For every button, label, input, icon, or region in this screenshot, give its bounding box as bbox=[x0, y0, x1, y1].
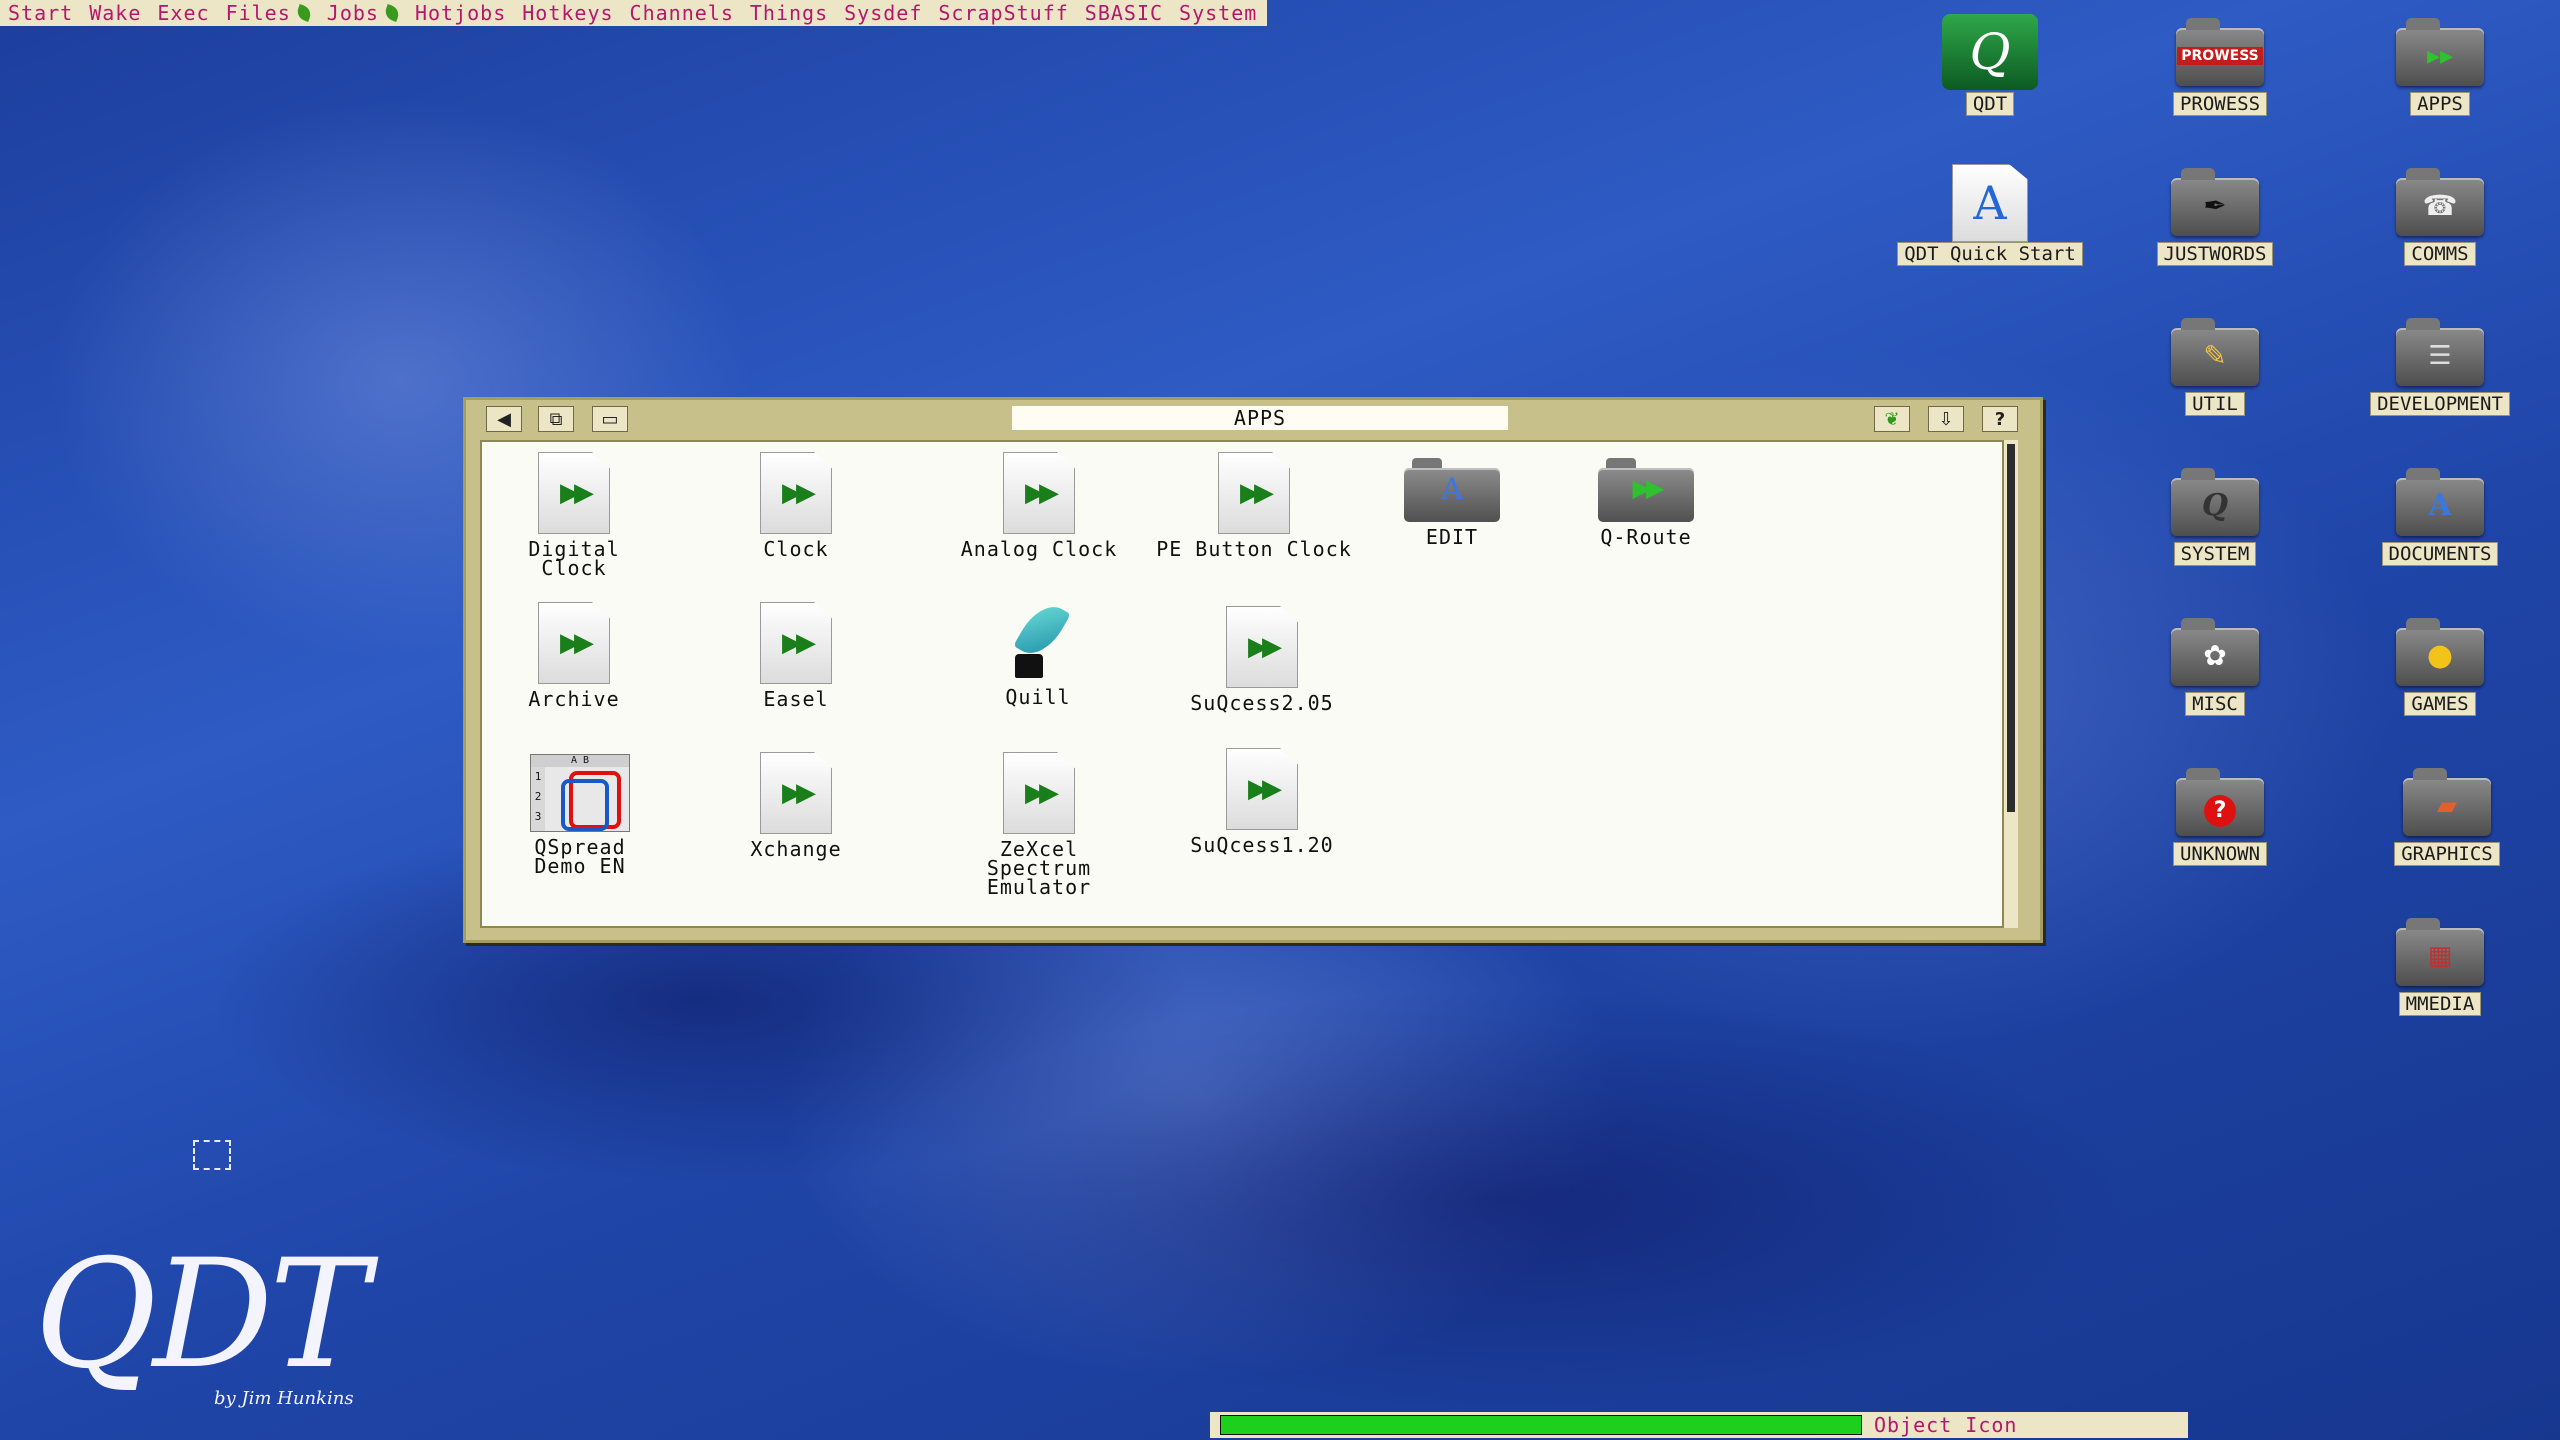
menu-jobs[interactable]: Jobs bbox=[323, 1, 403, 25]
back-arrow-icon[interactable]: ◀ bbox=[486, 406, 522, 432]
folder-q-route[interactable]: ▶▶ Q-Route bbox=[1588, 452, 1704, 547]
menu-channels[interactable]: Channels bbox=[626, 1, 738, 25]
window-resize-icon[interactable]: ⧉ bbox=[538, 406, 574, 432]
window-titlebar[interactable]: ◀ ⧉ ▭ APPS ❦ ⇩ ? bbox=[476, 404, 2030, 434]
desktop-icon-documents[interactable]: A DOCUMENTS bbox=[2355, 464, 2525, 566]
games-folder-icon: ● bbox=[2392, 614, 2488, 690]
menu-sbasic[interactable]: SBASIC bbox=[1081, 1, 1167, 25]
status-bar: Object Icon bbox=[1210, 1412, 2188, 1438]
development-folder-icon: ☰ bbox=[2392, 314, 2488, 390]
executable-icon: ▶▶ bbox=[760, 602, 832, 684]
desktop-icon-graphics[interactable]: ▰ GRAPHICS bbox=[2362, 764, 2532, 866]
menu-files[interactable]: Files bbox=[222, 1, 315, 25]
justwords-folder-icon: ✒ bbox=[2167, 164, 2263, 240]
documents-folder-icon: A bbox=[2392, 464, 2488, 540]
desktop-icon-apps[interactable]: ▸▸ APPS bbox=[2355, 14, 2525, 116]
vertical-scrollbar[interactable] bbox=[2004, 440, 2018, 928]
executable-icon: ▶▶ bbox=[1218, 452, 1290, 534]
file-qspread-demo[interactable]: A B 123 QSpread Demo EN bbox=[502, 754, 658, 876]
mmedia-folder-icon: ▦ bbox=[2392, 914, 2488, 990]
graphics-folder-icon: ▰ bbox=[2399, 764, 2495, 840]
desktop-icon-util[interactable]: ✎ UTIL bbox=[2130, 314, 2300, 416]
desktop-icon-qdt-quick-start[interactable]: A QDT Quick Start bbox=[1875, 164, 2105, 266]
window-menu-icon[interactable]: ▭ bbox=[592, 406, 628, 432]
file-zexcel-emulator[interactable]: ▶▶ ZeXcel Spectrum Emulator bbox=[964, 752, 1114, 897]
desktop-icon-development[interactable]: ☰ DEVELOPMENT bbox=[2355, 314, 2525, 416]
file-clock[interactable]: ▶▶ Clock bbox=[736, 452, 856, 559]
comms-folder-icon: ☎ bbox=[2392, 164, 2488, 240]
system-folder-icon: Q bbox=[2167, 464, 2263, 540]
desktop-icon-system[interactable]: Q SYSTEM bbox=[2130, 464, 2300, 566]
desktop-icon-mmedia[interactable]: ▦ MMEDIA bbox=[2355, 914, 2525, 1016]
util-folder-icon: ✎ bbox=[2167, 314, 2263, 390]
qspread-icon: A B 123 bbox=[530, 754, 630, 832]
desktop-icon-misc[interactable]: ✿ MISC bbox=[2130, 614, 2300, 716]
executable-icon: ▶▶ bbox=[1226, 606, 1298, 688]
menu-sysdef[interactable]: Sysdef bbox=[840, 1, 926, 25]
apps-folder-icon: ▸▸ bbox=[2392, 14, 2488, 90]
executable-icon: ▶▶ bbox=[538, 452, 610, 534]
file-easel[interactable]: ▶▶ Easel bbox=[736, 602, 856, 709]
desktop-icon-games[interactable]: ● GAMES bbox=[2355, 614, 2525, 716]
window-title: APPS bbox=[1012, 406, 1508, 430]
file-archive[interactable]: ▶▶ Archive bbox=[492, 602, 656, 709]
menu-hotkeys[interactable]: Hotkeys bbox=[518, 1, 617, 25]
menu-scrapstuff[interactable]: ScrapStuff bbox=[934, 1, 1072, 25]
qdt-logo: QDT by Jim Hunkins bbox=[34, 1228, 369, 1409]
executable-icon: ▶▶ bbox=[538, 602, 610, 684]
document-a-icon: A bbox=[1952, 164, 2028, 242]
file-pe-button-clock[interactable]: ▶▶ PE Button Clock bbox=[1138, 452, 1370, 559]
desktop-icon-qdt[interactable]: Q QDT bbox=[1905, 14, 2075, 116]
qdt-logo-icon: Q bbox=[1942, 14, 2038, 90]
file-suqcess-2-05[interactable]: ▶▶ SuQcess2.05 bbox=[1172, 606, 1352, 713]
menu-things[interactable]: Things bbox=[746, 1, 832, 25]
help-icon[interactable]: ? bbox=[1982, 406, 2018, 432]
desktop-icon-comms[interactable]: ☎ COMMS bbox=[2355, 164, 2525, 266]
scrollbar-thumb[interactable] bbox=[2007, 444, 2015, 812]
prowess-folder-icon: PROWESS bbox=[2172, 14, 2268, 90]
executable-icon: ▶▶ bbox=[1226, 748, 1298, 830]
q-route-folder-icon: ▶▶ bbox=[1598, 458, 1694, 522]
file-suqcess-1-20[interactable]: ▶▶ SuQcess1.20 bbox=[1172, 748, 1352, 855]
leaf-icon[interactable]: ❦ bbox=[1874, 406, 1910, 432]
move-down-icon[interactable]: ⇩ bbox=[1928, 406, 1964, 432]
progress-bar bbox=[1220, 1415, 1862, 1435]
leaf-icon bbox=[294, 4, 313, 22]
apps-window: ◀ ⧉ ▭ APPS ❦ ⇩ ? ▶▶ Digital Clock ▶▶ Clo… bbox=[463, 397, 2043, 943]
file-quill[interactable]: Quill bbox=[978, 597, 1098, 707]
unknown-folder-icon: ? bbox=[2172, 764, 2268, 840]
menu-hotjobs[interactable]: Hotjobs bbox=[411, 1, 510, 25]
quill-icon bbox=[1003, 597, 1073, 682]
leaf-icon bbox=[382, 4, 401, 22]
menu-system[interactable]: System bbox=[1175, 1, 1261, 25]
executable-icon: ▶▶ bbox=[1003, 752, 1075, 834]
misc-folder-icon: ✿ bbox=[2167, 614, 2263, 690]
executable-icon: ▶▶ bbox=[760, 752, 832, 834]
selection-marker bbox=[193, 1140, 231, 1170]
edit-folder-icon: A bbox=[1404, 458, 1500, 522]
status-text: Object Icon bbox=[1874, 1413, 2018, 1437]
desktop-icon-prowess[interactable]: PROWESS PROWESS bbox=[2135, 14, 2305, 116]
executable-icon: ▶▶ bbox=[1003, 452, 1075, 534]
desktop-icon-justwords[interactable]: ✒ JUSTWORDS bbox=[2130, 164, 2300, 266]
menu-exec[interactable]: Exec bbox=[153, 1, 213, 25]
desktop-icon-unknown[interactable]: ? UNKNOWN bbox=[2135, 764, 2305, 866]
file-xchange[interactable]: ▶▶ Xchange bbox=[736, 752, 856, 859]
file-digital-clock[interactable]: ▶▶ Digital Clock bbox=[492, 452, 656, 578]
menu-bar: Start Wake Exec Files Jobs Hotjobs Hotke… bbox=[0, 0, 1268, 26]
file-analog-clock[interactable]: ▶▶ Analog Clock bbox=[944, 452, 1134, 559]
menu-wake[interactable]: Wake bbox=[85, 1, 145, 25]
window-content: ▶▶ Digital Clock ▶▶ Clock ▶▶ Analog Cloc… bbox=[480, 440, 2004, 928]
menu-start[interactable]: Start bbox=[4, 1, 77, 25]
folder-edit[interactable]: A EDIT bbox=[1397, 452, 1507, 547]
executable-icon: ▶▶ bbox=[760, 452, 832, 534]
